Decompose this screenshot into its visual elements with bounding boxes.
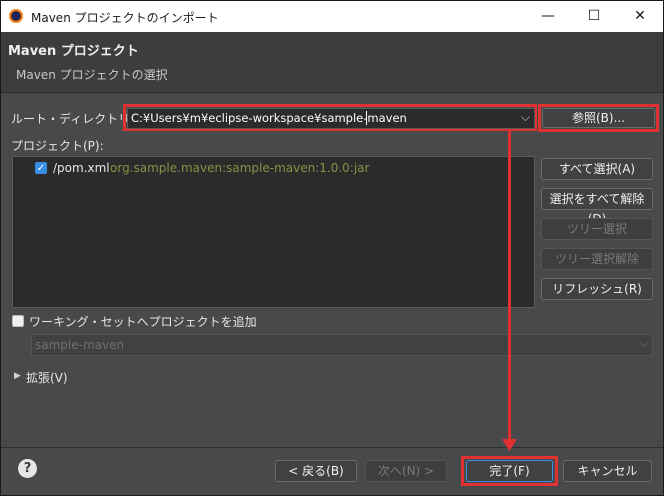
window-title: Maven プロジェクトのインポート [31,11,219,25]
refresh-button[interactable]: リフレッシュ(R) [541,278,653,300]
chevron-down-icon[interactable]: ⌵ [639,336,648,351]
eclipse-icon [9,9,23,23]
expand-arrow-icon[interactable]: ▶ [14,371,21,381]
annotation-arrowhead-icon [502,439,517,451]
list-item[interactable]: ✓ /pom.xml org.sample.maven:sample-maven… [13,159,534,177]
footer-divider [1,447,663,448]
page-title: Maven プロジェクト [8,44,139,59]
pom-name: /pom.xml [53,161,110,175]
pom-artifact: org.sample.maven:sample-maven:1.0.0:jar [110,161,370,175]
select-all-button[interactable]: すべて選択(A) [541,158,653,180]
page-subtitle: Maven プロジェクトの選択 [16,68,168,82]
tree-select-button[interactable]: ツリー選択 [541,218,653,240]
working-set-checkbox[interactable] [12,315,24,327]
help-icon[interactable]: ? [18,459,37,478]
browse-button[interactable]: 参照(B)... [542,108,655,128]
working-set-combo[interactable]: sample-maven ⌵ [31,334,653,356]
minimize-button[interactable]: — [525,1,571,32]
maximize-button[interactable]: ☐ [571,1,617,32]
import-dialog: Maven プロジェクトのインポート — ☐ ✕ Maven プロジェクト Ma… [0,0,664,496]
pom-checkbox[interactable]: ✓ [35,162,47,174]
annotation-arrow-line [508,129,511,442]
wizard-header: Maven プロジェクト Maven プロジェクトの選択 [1,32,663,92]
root-dir-combo[interactable]: C:¥Users¥m¥eclipse-workspace¥sample-mave… [127,108,535,129]
project-list[interactable]: ✓ /pom.xml org.sample.maven:sample-maven… [12,156,535,308]
title-bar: Maven プロジェクトのインポート — ☐ ✕ [1,1,663,32]
back-button[interactable]: < 戻る(B) [275,460,357,482]
close-button[interactable]: ✕ [617,1,663,32]
finish-button[interactable]: 完了(F) [466,460,553,482]
working-set-label: ワーキング・セットへプロジェクトを追加 [29,315,257,329]
deselect-all-button[interactable]: 選択をすべて解除(D) [541,188,653,226]
next-button[interactable]: 次へ(N) > [365,460,447,482]
projects-label: プロジェクト(P): [11,139,104,153]
header-divider [1,92,663,93]
advanced-section-toggle[interactable]: 拡張(V) [26,369,68,386]
working-set-value[interactable]: sample-maven [35,338,124,352]
chevron-down-icon[interactable]: ⌵ [521,110,530,125]
cancel-button[interactable]: キャンセル [563,460,652,482]
text-cursor [366,111,367,125]
tree-deselect-button[interactable]: ツリー選択解除 [541,248,653,270]
